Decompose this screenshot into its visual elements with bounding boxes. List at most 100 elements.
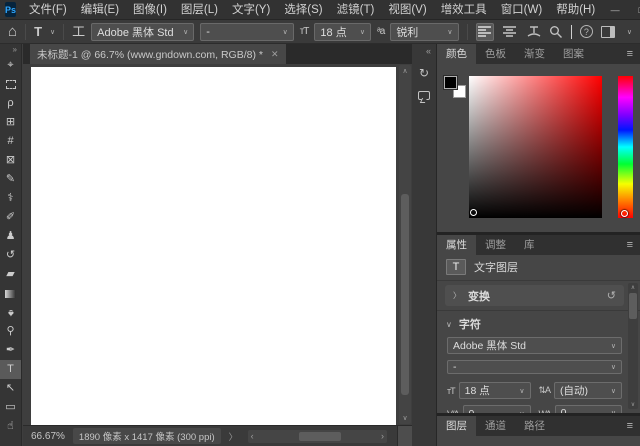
tool-brush[interactable]: ✐ [0, 208, 21, 227]
menu-window[interactable]: 窗口(W) [494, 0, 550, 20]
menu-file[interactable]: 文件(F) [22, 0, 74, 20]
warp-text-button[interactable] [524, 23, 542, 41]
char-font-family-select[interactable]: Adobe 黑体 Std ∨ [447, 337, 622, 354]
minimize-button[interactable]: — [602, 0, 628, 20]
search-icon[interactable] [549, 25, 563, 39]
menu-filter[interactable]: 滤镜(T) [330, 0, 382, 20]
menu-edit[interactable]: 编辑(E) [74, 0, 126, 20]
char-tracking-select[interactable]: 0 ∨ [555, 405, 622, 413]
tab-paths[interactable]: 路径 [515, 416, 554, 436]
scroll-down-icon[interactable]: ∨ [628, 401, 638, 408]
tool-preset-arrow-icon[interactable]: ∨ [46, 28, 55, 36]
font-family-select[interactable]: Adobe 黑体 Std ∨ [91, 23, 194, 41]
anti-alias-select[interactable]: 锐利 ∨ [390, 23, 458, 41]
document-area: 未标题-1 @ 66.7% (www.gndown.com, RGB/8) * … [23, 44, 412, 446]
tool-gradient[interactable] [0, 284, 21, 303]
tab-gradients[interactable]: 渐变 [515, 44, 554, 64]
properties-scrollbar-thumb[interactable] [629, 293, 637, 319]
font-size-select[interactable]: 18 点 ∨ [314, 23, 371, 41]
char-size-select[interactable]: 18 点 ∨ [459, 382, 531, 399]
tool-hand[interactable]: ☝ [0, 417, 21, 436]
tool-eraser[interactable]: ▰ [0, 265, 21, 284]
char-leading-select[interactable]: (自动) ∨ [554, 382, 622, 399]
tab-adjustments[interactable]: 调整 [476, 235, 515, 255]
comments-panel-icon[interactable] [415, 86, 434, 104]
collapse-panels-icon[interactable]: « [412, 44, 436, 60]
tool-healing-brush[interactable]: ⚕ [0, 189, 21, 208]
align-left-button[interactable] [476, 23, 494, 41]
properties-scrollbar[interactable]: ∧ ∨ [628, 283, 638, 409]
tool-blur[interactable]: ♠ [0, 303, 21, 322]
panel-menu-icon[interactable]: ≡ [627, 416, 640, 436]
type-tool-icon[interactable]: T [34, 25, 42, 38]
tab-swatches[interactable]: 色板 [476, 44, 515, 64]
tool-type[interactable]: T [0, 360, 21, 379]
scroll-down-icon[interactable]: ∨ [399, 414, 411, 422]
font-style-select[interactable]: - ∨ [200, 23, 293, 41]
scroll-left-icon[interactable]: ‹ [251, 430, 254, 443]
status-menu-arrow-icon[interactable]: 〉 [229, 430, 238, 443]
menu-plugins[interactable]: 增效工具 [434, 0, 494, 20]
tool-frame[interactable]: ⊠ [0, 151, 21, 170]
transform-section-header[interactable]: 〉 变换 ↺ [445, 285, 624, 306]
canvas[interactable] [31, 67, 396, 425]
tool-dodge[interactable]: ⚲ [0, 322, 21, 341]
toolbar-expand-icon[interactable]: » [0, 44, 21, 56]
menu-select[interactable]: 选择(S) [277, 0, 329, 20]
panel-menu-icon[interactable]: ≡ [627, 44, 640, 64]
warp-text-icon [526, 25, 542, 38]
tool-rectangle[interactable]: ▭ [0, 398, 21, 417]
history-panel-icon[interactable]: ↻ [415, 64, 434, 82]
tool-history-brush[interactable]: ↺ [0, 246, 21, 265]
close-tab-icon[interactable]: ✕ [271, 49, 279, 60]
color-field-marker[interactable] [470, 209, 477, 216]
reset-transform-icon[interactable]: ↺ [607, 289, 616, 302]
scroll-up-icon[interactable]: ∧ [399, 67, 411, 75]
tool-clone-stamp[interactable]: ♟ [0, 227, 21, 246]
menu-type[interactable]: 文字(Y) [225, 0, 277, 20]
tab-properties[interactable]: 属性 [437, 235, 476, 255]
vertical-scrollbar-thumb[interactable] [401, 194, 409, 395]
char-font-style-select[interactable]: - ∨ [447, 360, 622, 374]
tab-layers[interactable]: 图层 [437, 416, 476, 436]
foreground-color-swatch[interactable] [444, 76, 457, 89]
tool-marquee[interactable] [0, 75, 21, 94]
tab-patterns[interactable]: 图案 [554, 44, 593, 64]
tool-object-selection[interactable]: ⊞ [0, 113, 21, 132]
tool-lasso[interactable]: ρ [0, 94, 21, 113]
menu-layer[interactable]: 图层(L) [174, 0, 225, 20]
horizontal-scrollbar-thumb[interactable] [299, 432, 341, 441]
scroll-right-icon[interactable]: › [381, 430, 384, 443]
text-orientation-icon[interactable]: 工 [72, 25, 85, 38]
tab-color[interactable]: 颜色 [437, 44, 476, 64]
vertical-scrollbar[interactable]: ∧ ∨ [399, 65, 411, 424]
hue-slider-marker[interactable] [621, 210, 628, 217]
tab-libraries[interactable]: 库 [515, 235, 544, 255]
hue-slider[interactable] [618, 76, 633, 218]
chevron-down-icon[interactable]: ∨ [623, 28, 632, 36]
tab-channels[interactable]: 通道 [476, 416, 515, 436]
menu-image[interactable]: 图像(I) [126, 0, 174, 20]
horizontal-scrollbar[interactable]: ‹ › [248, 430, 387, 443]
home-icon[interactable]: ⌂ [8, 24, 17, 39]
scroll-up-icon[interactable]: ∧ [628, 284, 638, 291]
tool-crop[interactable]: # [0, 132, 21, 151]
tool-pen[interactable]: ✒ [0, 341, 21, 360]
tool-move[interactable]: ⌖ [0, 56, 21, 75]
document-tab[interactable]: 未标题-1 @ 66.7% (www.gndown.com, RGB/8) * … [30, 44, 286, 64]
character-section-header[interactable]: ∨ 字符 [437, 310, 640, 335]
menu-view[interactable]: 视图(V) [381, 0, 433, 20]
tool-eyedropper[interactable]: ✎ [0, 170, 21, 189]
tool-path-selection[interactable]: ↖ [0, 379, 21, 398]
resize-grip[interactable] [397, 426, 412, 446]
panel-menu-icon[interactable]: ≡ [627, 235, 640, 255]
color-field[interactable] [469, 76, 602, 218]
char-kerning-select[interactable]: 0 ∨ [463, 405, 531, 413]
align-center-button[interactable] [500, 23, 518, 41]
help-icon[interactable]: ? [580, 25, 593, 38]
zoom-level[interactable]: 66.67% [31, 431, 65, 442]
maximize-button[interactable]: □ [628, 0, 640, 20]
align-center-icon [502, 25, 517, 38]
menu-help[interactable]: 帮助(H) [549, 0, 602, 20]
workspace-switcher-icon[interactable] [601, 26, 615, 38]
